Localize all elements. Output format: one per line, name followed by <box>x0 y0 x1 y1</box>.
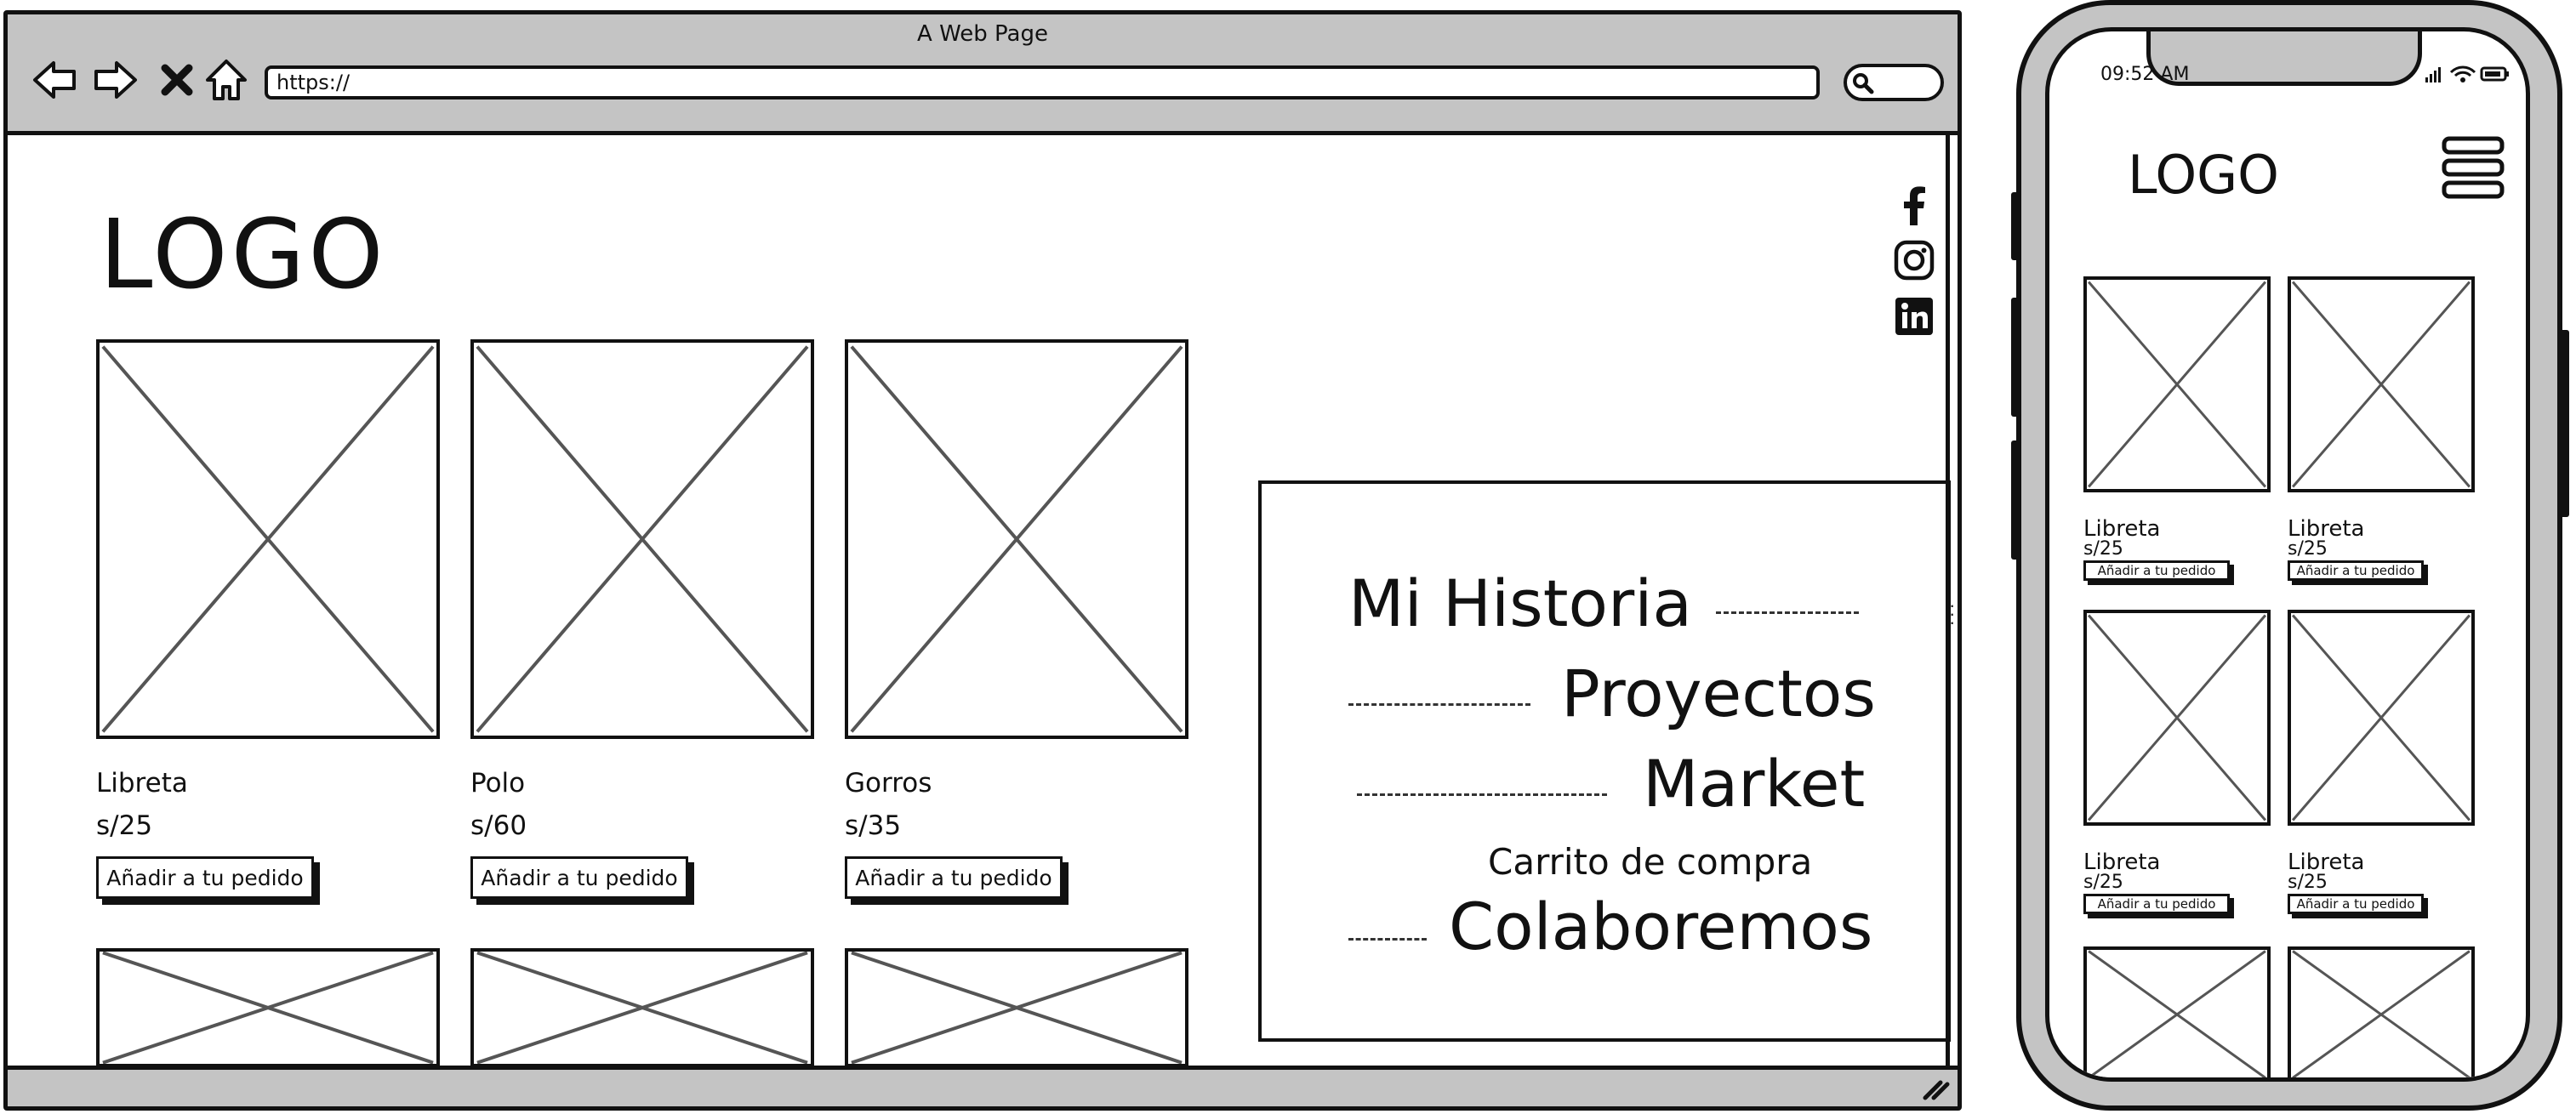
menu-item-colaboremos[interactable]: Colaboremos <box>1449 889 1872 964</box>
menu-item-carrito-de-compra[interactable]: Carrito de compra <box>1488 841 1812 883</box>
product-price: s/25 <box>2083 538 2123 560</box>
product-image-placeholder[interactable] <box>2288 276 2475 492</box>
product-price: s/60 <box>470 810 527 841</box>
product-name: Gorros <box>845 768 932 799</box>
menu-item-proyectos[interactable]: Proyectos <box>1561 656 1876 731</box>
add-to-order-button[interactable]: Añadir a tu pedido <box>96 856 314 899</box>
browser-window: A Web Page https:// LOGO Libreta s/25 Añ… <box>3 10 1962 1111</box>
instagram-icon[interactable] <box>1893 239 1935 281</box>
browser-search-box[interactable] <box>1844 64 1944 101</box>
battery-icon <box>2480 66 2509 82</box>
phone-side-button[interactable] <box>2559 330 2569 517</box>
phone-side-button[interactable] <box>2011 298 2021 417</box>
menu-divider <box>1357 793 1607 796</box>
product-image-placeholder[interactable] <box>2288 610 2475 826</box>
product-image-placeholder[interactable] <box>2288 946 2475 1077</box>
home-icon[interactable] <box>202 55 251 105</box>
scroll-handle[interactable]: · · · <box>1949 596 1955 632</box>
browser-title-bar: A Web Page https:// <box>8 14 1958 135</box>
product-price: s/25 <box>2288 538 2328 560</box>
menu-item-market[interactable]: Market <box>1643 746 1865 821</box>
add-to-order-button[interactable]: Añadir a tu pedido <box>2083 560 2230 581</box>
phone-screen: 09:52 AM LOGO Libreta s/25 Añadir a tu p… <box>2045 27 2530 1082</box>
signal-icon <box>2425 67 2441 82</box>
back-arrow-icon[interactable] <box>30 55 79 105</box>
resize-grip-icon[interactable] <box>1918 1072 1952 1103</box>
product-image-placeholder[interactable] <box>96 339 440 739</box>
search-icon <box>1853 73 1874 94</box>
phone-side-button[interactable] <box>2011 440 2021 560</box>
close-x-icon[interactable] <box>152 55 202 105</box>
menu-item-mi-historia[interactable]: Mi Historia <box>1348 566 1692 641</box>
product-image-placeholder[interactable] <box>470 948 814 1067</box>
forward-arrow-icon[interactable] <box>91 55 140 105</box>
add-to-order-button[interactable]: Añadir a tu pedido <box>2288 560 2424 581</box>
wifi-icon <box>2449 65 2476 82</box>
product-name: Polo <box>470 768 526 799</box>
product-price: s/25 <box>2288 872 2328 893</box>
menu-divider <box>1348 938 1427 941</box>
menu-divider <box>1348 703 1530 706</box>
site-logo[interactable]: LOGO <box>2128 144 2279 206</box>
menu-divider <box>1716 611 1859 614</box>
navigation-menu: Mi Historia Proyectos Market Carrito de … <box>1258 480 1951 1042</box>
linkedin-icon[interactable] <box>1893 295 1935 338</box>
product-image-placeholder[interactable] <box>845 339 1188 739</box>
address-bar[interactable]: https:// <box>265 65 1820 99</box>
product-name: Libreta <box>96 768 188 799</box>
hamburger-menu-icon[interactable] <box>2439 134 2507 203</box>
product-image-placeholder[interactable] <box>96 948 440 1067</box>
product-image-placeholder[interactable] <box>845 948 1188 1067</box>
product-image-placeholder[interactable] <box>2083 610 2271 826</box>
site-logo[interactable]: LOGO <box>100 200 387 310</box>
product-image-placeholder[interactable] <box>2083 276 2271 492</box>
facebook-icon[interactable] <box>1893 185 1935 227</box>
product-price: s/25 <box>96 810 153 841</box>
add-to-order-button[interactable]: Añadir a tu pedido <box>470 856 688 899</box>
browser-title: A Web Page <box>917 21 1048 47</box>
status-time: 09:52 AM <box>2100 64 2190 85</box>
add-to-order-button[interactable]: Añadir a tu pedido <box>2288 894 2424 914</box>
status-icons <box>2425 65 2509 82</box>
product-image-placeholder[interactable] <box>470 339 814 739</box>
product-image-placeholder[interactable] <box>2083 946 2271 1077</box>
product-price: s/35 <box>845 810 902 841</box>
browser-status-bar <box>8 1066 1958 1106</box>
add-to-order-button[interactable]: Añadir a tu pedido <box>2083 894 2230 914</box>
phone-side-button[interactable] <box>2011 192 2021 260</box>
add-to-order-button[interactable]: Añadir a tu pedido <box>845 856 1063 899</box>
product-price: s/25 <box>2083 872 2123 893</box>
